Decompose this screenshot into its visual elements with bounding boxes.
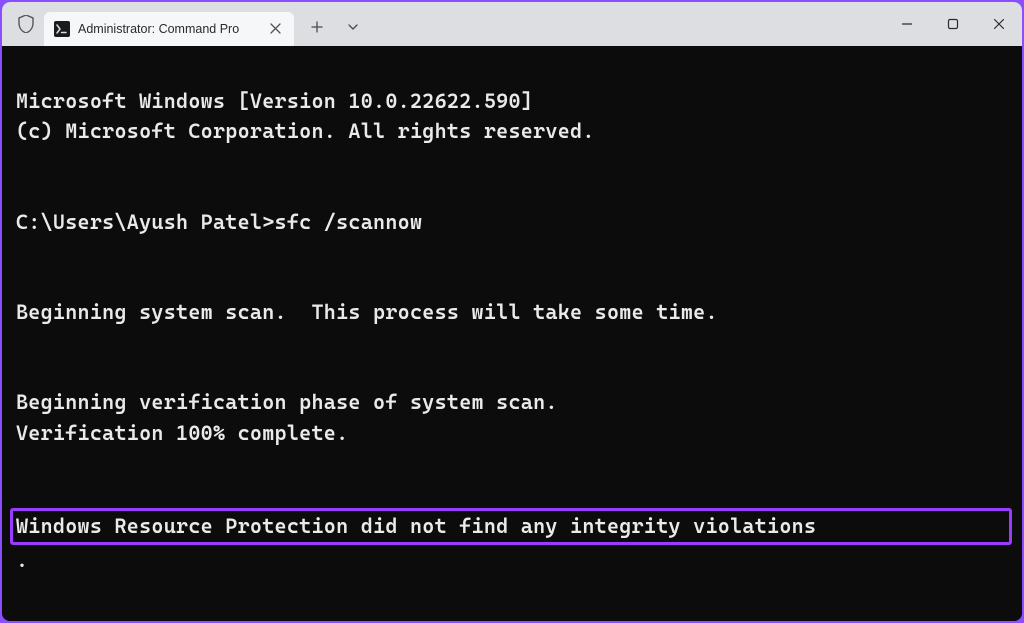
- verify-begin-line: Beginning verification phase of system s…: [16, 390, 558, 414]
- titlebar-left: Administrator: Command Pro: [2, 2, 370, 46]
- blank-line: [16, 146, 1012, 176]
- tab-title: Administrator: Command Pro: [78, 22, 258, 36]
- cmd-tab-icon: [54, 21, 70, 37]
- tab-active[interactable]: Administrator: Command Pro: [44, 12, 294, 46]
- command-prompt-window: Administrator: Command Pro: [2, 2, 1022, 621]
- maximize-button[interactable]: [930, 2, 976, 46]
- prompt-path: C:\Users\Ayush Patel>: [16, 210, 275, 234]
- result-highlight: Windows Resource Protection did not find…: [10, 508, 1012, 545]
- tab-close-button[interactable]: [266, 20, 284, 38]
- window-controls: [884, 2, 1022, 46]
- result-line: Windows Resource Protection did not find…: [16, 514, 816, 538]
- prompt-1: C:\Users\Ayush Patel>sfc /scannow: [16, 210, 422, 234]
- minimize-button[interactable]: [884, 2, 930, 46]
- result-trailing-dot: .: [16, 548, 28, 572]
- terminal-output[interactable]: Microsoft Windows [Version 10.0.22622.59…: [2, 46, 1022, 621]
- copyright-line: (c) Microsoft Corporation. All rights re…: [16, 119, 595, 143]
- titlebar: Administrator: Command Pro: [2, 2, 1022, 46]
- blank-line: [16, 327, 1012, 357]
- blank-line: [16, 575, 1012, 605]
- scan-begin-line: Beginning system scan. This process will…: [16, 300, 718, 324]
- close-button[interactable]: [976, 2, 1022, 46]
- new-tab-button[interactable]: [300, 10, 334, 44]
- blank-line: [16, 448, 1012, 478]
- verify-done-line: Verification 100% complete.: [16, 421, 348, 445]
- uac-shield-icon: [12, 2, 40, 46]
- version-line: Microsoft Windows [Version 10.0.22622.59…: [16, 89, 533, 113]
- typed-command: sfc /scannow: [275, 210, 423, 234]
- tab-dropdown-button[interactable]: [336, 10, 370, 44]
- blank-line: [16, 237, 1012, 267]
